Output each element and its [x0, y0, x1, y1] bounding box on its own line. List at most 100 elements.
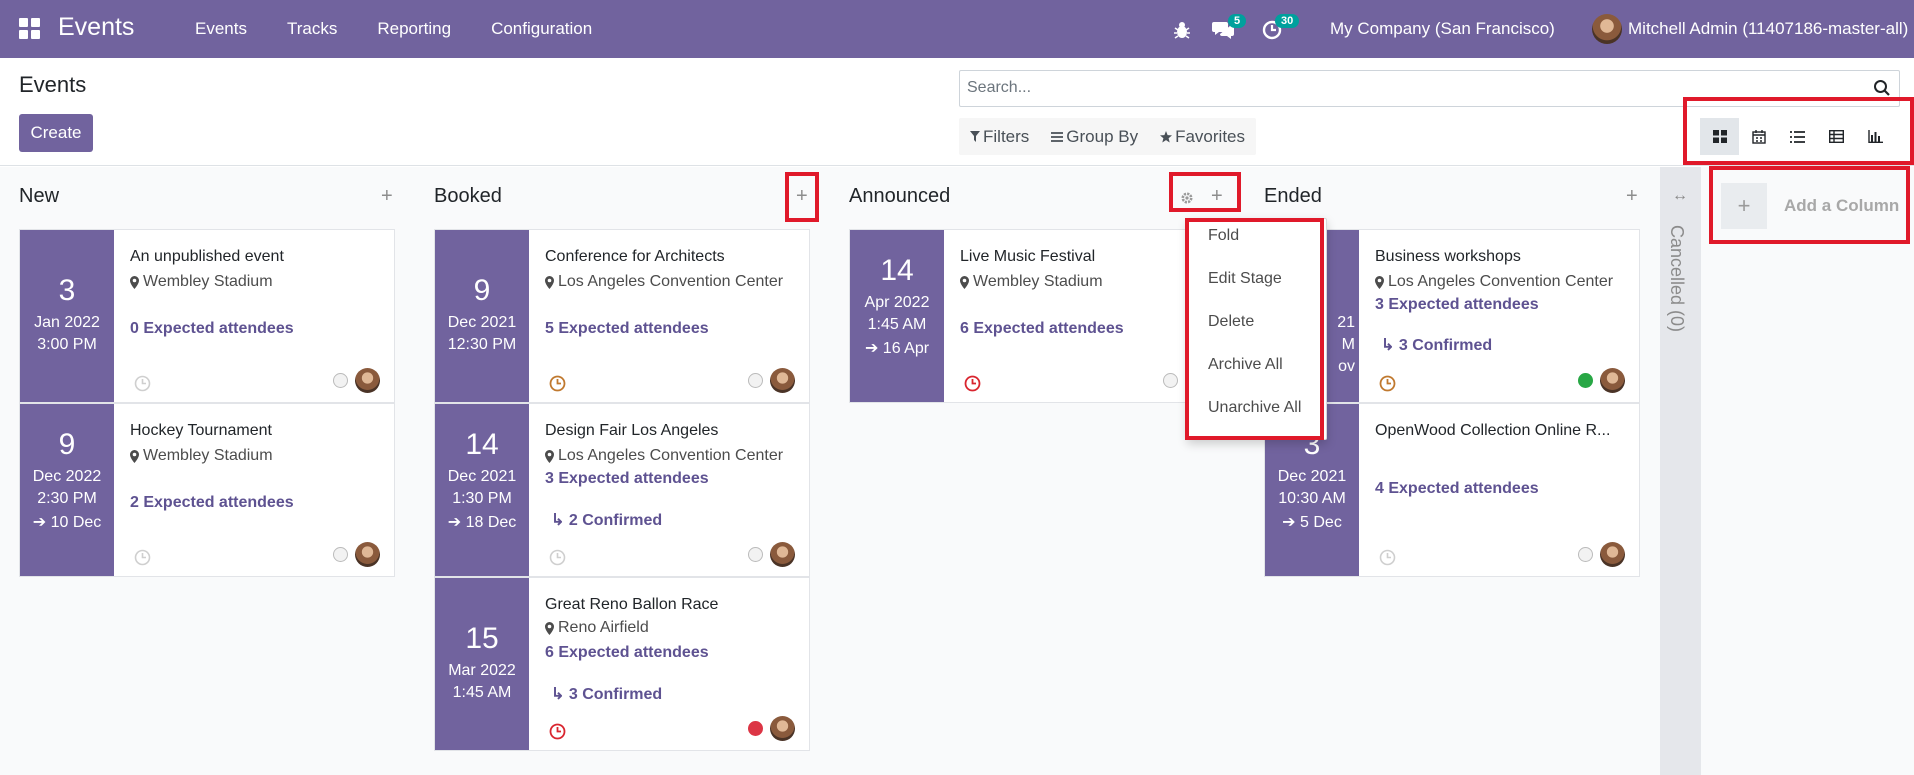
event-location: Wembley Stadium — [960, 273, 1103, 291]
unfold-arrows-icon[interactable]: ↔ — [1672, 187, 1688, 205]
delete-stage-item[interactable]: Delete — [1208, 313, 1254, 331]
responsible-avatar[interactable] — [355, 368, 380, 393]
quick-create-plus-icon[interactable]: + — [381, 185, 393, 208]
expected-attendees-link[interactable]: 6 Expected attendees — [545, 644, 709, 662]
activity-clock-icon[interactable] — [1379, 375, 1396, 392]
expected-attendees-link[interactable]: 2 Expected attendees — [130, 494, 294, 512]
event-day: 9 — [58, 428, 76, 461]
kanban-state-dot[interactable] — [1163, 373, 1178, 388]
expected-attendees-link[interactable]: 6 Expected attendees — [960, 320, 1124, 338]
event-title: Design Fair Los Angeles — [545, 422, 719, 439]
calendar-view-button[interactable] — [1739, 118, 1778, 155]
event-month: Dec 2022 — [32, 468, 102, 485]
expected-attendees-link[interactable]: 4 Expected attendees — [1375, 480, 1539, 498]
event-card[interactable]: 9 Dec 2021 12:30 PM Conference for Archi… — [434, 229, 810, 403]
activity-clock-icon[interactable] — [134, 375, 151, 392]
groupby-label: Group By — [1066, 127, 1139, 146]
confirmed-count[interactable]: ↳ 3 Confirmed — [1381, 335, 1492, 355]
filters-button[interactable]: Filters — [959, 118, 1040, 155]
event-month: Dec 2021 — [447, 314, 517, 331]
arrow-right-icon: ➔ — [1282, 514, 1301, 531]
kanban-state-dot[interactable] — [1578, 373, 1593, 388]
expected-attendees-link[interactable]: 3 Expected attendees — [545, 470, 709, 488]
menu-item-configuration[interactable]: Configuration — [471, 0, 612, 58]
archive-all-item[interactable]: Archive All — [1208, 356, 1283, 374]
expected-attendees-link[interactable]: 0 Expected attendees — [130, 320, 294, 338]
confirmed-count[interactable]: ↳ 2 Confirmed — [551, 510, 662, 530]
column-title[interactable]: Ended — [1264, 185, 1322, 208]
event-date-block: 15 Mar 2022 1:45 AM — [435, 578, 529, 750]
user-menu[interactable]: Mitchell Admin (11407186-master-all) — [1592, 0, 1908, 58]
kanban-view-button[interactable] — [1700, 118, 1739, 155]
quick-create-plus-icon[interactable]: + — [1626, 185, 1638, 208]
edit-stage-item[interactable]: Edit Stage — [1208, 270, 1282, 288]
kanban-state-dot[interactable] — [748, 547, 763, 562]
app-brand[interactable]: Events — [58, 13, 134, 42]
calendar-view-icon — [1751, 129, 1766, 144]
event-location: Los Angeles Convention Center — [545, 273, 783, 291]
event-card[interactable]: 14 Apr 2022 1:45 AM ➔ 16 Apr Live Music … — [849, 229, 1225, 403]
add-column-button[interactable]: + Add a Column — [1721, 177, 1900, 235]
activity-clock-icon[interactable] — [549, 723, 566, 740]
responsible-avatar[interactable] — [770, 368, 795, 393]
kanban-state-dot[interactable] — [333, 547, 348, 562]
search-icon[interactable] — [1873, 79, 1891, 97]
search-options: Filters Group By Favorites — [959, 118, 1257, 155]
event-month: Apr 2022 — [864, 294, 930, 311]
menu-item-events[interactable]: Events — [175, 0, 267, 58]
event-title: An unpublished event — [130, 248, 284, 265]
create-button[interactable]: Create — [19, 114, 93, 152]
pivot-view-button[interactable] — [1817, 118, 1856, 155]
column-header: Ended + — [1264, 185, 1640, 219]
event-month: Dec 2021 — [447, 468, 517, 485]
expected-attendees-link[interactable]: 5 Expected attendees — [545, 320, 709, 338]
bar-chart-icon — [1868, 130, 1883, 143]
menu-item-tracks[interactable]: Tracks — [267, 0, 357, 58]
kanban-state-dot[interactable] — [1578, 547, 1593, 562]
column-title[interactable]: Booked — [434, 185, 502, 208]
list-view-button[interactable] — [1778, 118, 1817, 155]
activity-clock-icon[interactable] — [964, 375, 981, 392]
menu-item-reporting[interactable]: Reporting — [357, 0, 471, 58]
event-time: 1:45 AM — [867, 316, 927, 333]
event-card[interactable]: 9 Dec 2022 2:30 PM ➔ 10 Dec Hockey Tourn… — [19, 403, 395, 577]
event-time: 2:30 PM — [37, 490, 97, 507]
fold-stage-item[interactable]: Fold — [1208, 227, 1239, 245]
kanban-state-dot[interactable] — [748, 721, 763, 736]
kanban-state-dot[interactable] — [333, 373, 348, 388]
expected-attendees-link[interactable]: 3 Expected attendees — [1375, 296, 1539, 314]
activity-clock-icon[interactable] — [1379, 549, 1396, 566]
event-card[interactable]: 3 Jan 2022 3:00 PM An unpublished event … — [19, 229, 395, 403]
company-switcher[interactable]: My Company (San Francisco) — [1330, 0, 1555, 58]
event-card[interactable]: 14 Dec 2021 1:30 PM ➔ 18 Dec Design Fair… — [434, 403, 810, 577]
gear-icon[interactable] — [1180, 191, 1194, 205]
favorites-button[interactable]: Favorites — [1149, 118, 1256, 155]
groupby-button[interactable]: Group By — [1040, 118, 1149, 155]
quick-create-plus-icon[interactable]: + — [796, 185, 808, 208]
responsible-avatar[interactable] — [770, 542, 795, 567]
apps-menu-icon[interactable] — [19, 18, 40, 39]
activity-clock-icon[interactable] — [549, 375, 566, 392]
kanban-state-dot[interactable] — [748, 373, 763, 388]
graph-view-button[interactable] — [1856, 118, 1895, 155]
responsible-avatar[interactable] — [1600, 368, 1625, 393]
column-title[interactable]: Announced — [849, 185, 950, 208]
event-title: Live Music Festival — [960, 248, 1096, 265]
event-card[interactable]: 15 Mar 2022 1:45 AM Great Reno Ballon Ra… — [434, 577, 810, 751]
quick-create-plus-icon[interactable]: + — [1211, 185, 1223, 208]
activity-clock-icon[interactable] — [549, 549, 566, 566]
unarchive-all-item[interactable]: Unarchive All — [1208, 399, 1301, 417]
responsible-avatar[interactable] — [1600, 542, 1625, 567]
confirmed-text: 3 Confirmed — [1398, 337, 1493, 354]
confirmed-count[interactable]: ↳ 3 Confirmed — [551, 684, 662, 704]
column-title[interactable]: New — [19, 185, 59, 208]
event-day: 9 — [473, 274, 491, 307]
folded-column-cancelled[interactable]: ↔ Cancelled (0) — [1660, 167, 1701, 775]
search-input[interactable] — [960, 71, 1860, 105]
confirmed-text: 2 Confirmed — [568, 512, 663, 529]
map-marker-icon — [960, 275, 969, 289]
activity-clock-icon[interactable] — [134, 549, 151, 566]
debug-bug-icon[interactable] — [1173, 19, 1191, 41]
responsible-avatar[interactable] — [770, 716, 795, 741]
responsible-avatar[interactable] — [355, 542, 380, 567]
